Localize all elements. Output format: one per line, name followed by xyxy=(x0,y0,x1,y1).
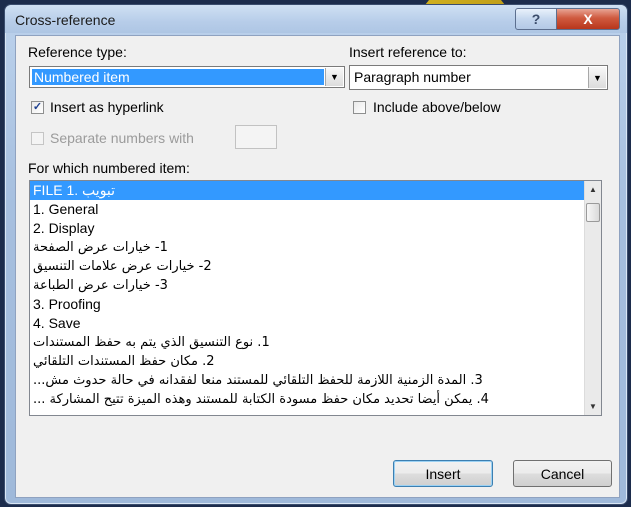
help-icon: ? xyxy=(531,11,541,27)
separator-input[interactable] xyxy=(235,125,277,149)
list-item-label: 2- خيارات عرض علامات التنسيق xyxy=(33,259,212,274)
insert-button-label: Insert xyxy=(425,465,461,482)
list-item[interactable]: 3- خيارات عرض الطباعة xyxy=(30,276,584,295)
list-item[interactable]: 3. Proofing xyxy=(30,295,584,314)
reference-type-label: Reference type: xyxy=(28,44,127,60)
list-item-label: FILE تبويب .1 xyxy=(33,182,116,198)
list-item-label: 3. Proofing xyxy=(33,296,101,312)
insert-as-hyperlink-checkbox[interactable]: ✓ xyxy=(31,101,44,114)
list-item-label: 1. نوع التنسيق الذي يتم به حفظ المستندات xyxy=(33,335,270,350)
close-icon: X xyxy=(583,11,593,27)
dialog-title: Cross-reference xyxy=(15,12,116,28)
title-bar[interactable]: Cross-reference ? X xyxy=(5,5,627,33)
scroll-thumb[interactable] xyxy=(586,203,600,222)
list-item-label: 4. يمكن أيضا تحديد مكان حفظ مسودة الكتاب… xyxy=(33,392,489,407)
list-item-label: 3. المدة الزمنية اللازمة للحفظ التلقائي … xyxy=(33,373,483,388)
list-item-label: 2. Display xyxy=(33,220,95,236)
insert-button[interactable]: Insert xyxy=(393,460,493,487)
cancel-button-label: Cancel xyxy=(540,465,585,482)
cross-reference-dialog: Cross-reference ? X Reference type: Numb… xyxy=(4,4,628,505)
numbered-item-list-label: For which numbered item: xyxy=(28,160,190,176)
list-item[interactable]: FILE تبويب .1 xyxy=(30,181,584,200)
list-item-label: 1- خيارات عرض الصفحة xyxy=(33,240,168,255)
list-item[interactable]: 1. نوع التنسيق الذي يتم به حفظ المستندات xyxy=(30,333,584,352)
list-item[interactable]: 1- خيارات عرض الصفحة xyxy=(30,238,584,257)
reference-type-value: Numbered item xyxy=(32,69,324,85)
include-above-below-checkbox[interactable] xyxy=(353,101,366,114)
include-above-below-label[interactable]: Include above/below xyxy=(373,99,501,115)
insert-reference-to-label: Insert reference to: xyxy=(349,44,467,60)
list-item[interactable]: 1. General xyxy=(30,200,584,219)
dialog-body: Reference type: Numbered item ▼ Insert r… xyxy=(15,35,620,498)
list-item[interactable]: 2. Display xyxy=(30,219,584,238)
close-button[interactable]: X xyxy=(556,8,620,30)
scroll-up-icon[interactable]: ▲ xyxy=(585,181,601,198)
list-item-label: 1. General xyxy=(33,201,99,217)
scroll-down-icon[interactable]: ▼ xyxy=(585,398,601,415)
reference-type-combo[interactable]: Numbered item ▼ xyxy=(29,66,345,88)
list-item[interactable]: 4. يمكن أيضا تحديد مكان حفظ مسودة الكتاب… xyxy=(30,390,584,409)
dropdown-arrow-icon[interactable]: ▼ xyxy=(325,68,343,86)
cancel-button[interactable]: Cancel xyxy=(513,460,612,487)
list-item[interactable]: 4. Save xyxy=(30,314,584,333)
insert-reference-to-value: Paragraph number xyxy=(354,69,471,85)
insert-reference-to-combo[interactable]: Paragraph number ▼ xyxy=(349,65,608,90)
insert-as-hyperlink-label[interactable]: Insert as hyperlink xyxy=(50,99,164,115)
list-item-label: 3- خيارات عرض الطباعة xyxy=(33,278,168,293)
separate-numbers-checkbox[interactable] xyxy=(31,132,44,145)
list-item-label: 2. مكان حفظ المستندات التلقائي xyxy=(33,354,215,369)
list-item[interactable]: 3. المدة الزمنية اللازمة للحفظ التلقائي … xyxy=(30,371,584,390)
help-button[interactable]: ? xyxy=(515,8,557,30)
list-item-label: 4. Save xyxy=(33,315,81,331)
numbered-item-list[interactable]: FILE تبويب .1 1. General 2. Display 1- خيار… xyxy=(29,180,602,416)
dropdown-arrow-icon[interactable]: ▼ xyxy=(588,67,606,88)
list-item[interactable]: 2- خيارات عرض علامات التنسيق xyxy=(30,257,584,276)
list-item[interactable]: 2. مكان حفظ المستندات التلقائي xyxy=(30,352,584,371)
separate-numbers-label: Separate numbers with xyxy=(50,130,194,146)
list-rows: FILE تبويب .1 1. General 2. Display 1- خيار… xyxy=(30,181,584,409)
list-scrollbar[interactable]: ▲ ▼ xyxy=(584,181,601,415)
